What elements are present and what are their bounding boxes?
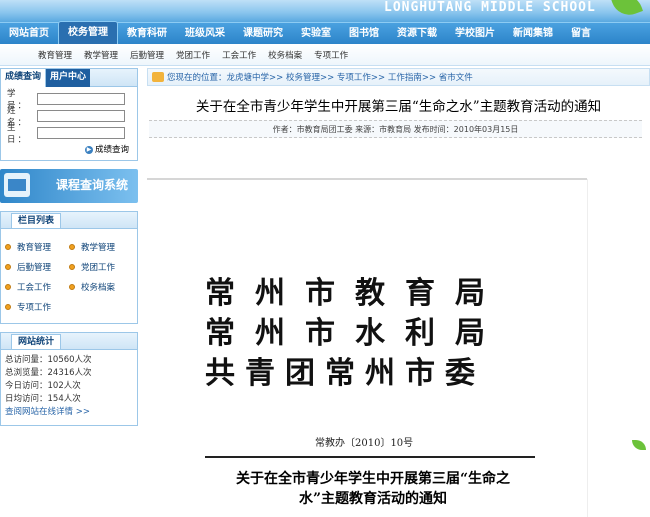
list-item-label: 教学管理	[81, 243, 116, 253]
issuer-youth-league: 共青团常州市委	[205, 356, 485, 391]
birthday-label: 生 日：	[7, 123, 29, 145]
school-name: LONGHUTANG MIDDLE SCHOOL	[384, 0, 596, 15]
site-stats-panel: 网站统计 总访问量：10560人次 总浏览量：24316人次 今日访问：102人…	[0, 332, 138, 426]
bullet-icon	[5, 264, 11, 270]
home-icon	[152, 72, 164, 82]
computer-icon	[4, 173, 30, 197]
tab-user-center[interactable]: 用户中心	[46, 69, 91, 87]
document-image: 常州市教育局 常州市水利局 共青团常州市委 常教办〔2010〕10号 关于在全市…	[147, 178, 587, 517]
sidebar: 成绩查询 用户中心 学 号： 姓 名： 生 日： ▶ 成绩查询 课程查询系统 栏…	[0, 68, 138, 426]
nav-downloads[interactable]: 资源下载	[388, 23, 446, 44]
column-list: 教育管理 教学管理 后勤管理 党团工作 工会工作 校务档案 专项工作	[1, 229, 137, 323]
stat-total-views: 总浏览量：24316人次	[5, 368, 92, 378]
main-nav: 网站首页 校务管理 教育科研 班级风采 课题研究 实验室 图书馆 资源下载 学校…	[0, 21, 650, 44]
subnav-teaching[interactable]: 教学管理	[84, 49, 118, 61]
article-title: 关于在全市青少年学生中开展第三届“生命之水”主题教育活动的通知	[195, 99, 602, 115]
nav-school-affairs[interactable]: 校务管理	[58, 21, 118, 44]
bullet-icon	[69, 264, 75, 270]
birthday-input[interactable]	[37, 127, 125, 139]
main-content: 您现在的位置：龙虎塘中学>> 校务管理>> 专项工作>> 工作指南>> 省市文件…	[147, 68, 650, 517]
list-item-label: 校务档案	[81, 283, 116, 293]
list-item[interactable]: 教育管理	[5, 237, 69, 257]
field-row-birthday: 生 日：	[7, 123, 131, 145]
site-stats-lines: 总访问量：10560人次 总浏览量：24316人次 今日访问：102人次 日均访…	[1, 350, 137, 425]
subnav-archives[interactable]: 校务档案	[268, 49, 302, 61]
subnav-edu-management[interactable]: 教育管理	[38, 49, 72, 61]
nav-projects[interactable]: 课题研究	[234, 23, 292, 44]
list-item[interactable]: 党团工作	[69, 257, 133, 277]
arrow-icon: ▶	[85, 145, 93, 154]
breadcrumb: 您现在的位置：龙虎塘中学>> 校务管理>> 专项工作>> 工作指南>> 省市文件	[147, 68, 650, 86]
tab-score-query[interactable]: 成绩查询	[1, 69, 47, 87]
nav-guestbook[interactable]: 留言	[562, 23, 600, 44]
column-list-panel: 栏目列表 教育管理 教学管理 后勤管理 党团工作 工会工作 校务档案 专项工作	[0, 211, 138, 324]
score-query-form: 学 号： 姓 名： 生 日： ▶ 成绩查询	[1, 87, 137, 160]
list-item-label: 教育管理	[17, 243, 52, 253]
bullet-icon	[69, 284, 75, 290]
student-id-input[interactable]	[37, 93, 125, 105]
stat-total-visits: 总访问量：10560人次	[5, 355, 92, 365]
article-meta: 作者：市教育局团工委 来源：市教育局 发布时间：2010年03月15日	[149, 120, 642, 138]
list-item-label: 专项工作	[17, 303, 52, 313]
nav-photos[interactable]: 学校图片	[446, 23, 504, 44]
issuer-water-bureau: 常州市水利局	[205, 316, 505, 351]
list-item[interactable]: 教学管理	[69, 237, 133, 257]
nav-research[interactable]: 教育科研	[118, 23, 176, 44]
nav-classes[interactable]: 班级风采	[176, 23, 234, 44]
nav-news[interactable]: 新闻集锦	[504, 23, 562, 44]
course-query-banner[interactable]: 课程查询系统	[0, 169, 138, 203]
list-item-label: 工会工作	[17, 283, 52, 293]
list-item[interactable]: 后勤管理	[5, 257, 69, 277]
bullet-icon	[5, 244, 11, 250]
subnav-party-league[interactable]: 党团工作	[176, 49, 210, 61]
subnav-union[interactable]: 工会工作	[222, 49, 256, 61]
login-tabs: 成绩查询 用户中心	[1, 69, 137, 87]
site-banner: LONGHUTANG MIDDLE SCHOOL	[0, 0, 650, 22]
column-list-header: 栏目列表	[1, 212, 137, 229]
nav-home[interactable]: 网站首页	[0, 23, 58, 44]
issuer-education-bureau: 常州市教育局	[205, 276, 505, 311]
list-item[interactable]: 专项工作	[5, 297, 69, 317]
bullet-icon	[5, 304, 11, 310]
stat-daily-average: 日均访问：154人次	[5, 394, 81, 404]
stat-today-visits: 今日访问：102人次	[5, 381, 81, 391]
nav-lab[interactable]: 实验室	[292, 23, 340, 44]
score-query-button[interactable]: ▶ 成绩查询	[85, 143, 131, 156]
document-number: 常教办〔2010〕10号	[315, 438, 414, 449]
breadcrumb-text[interactable]: 您现在的位置：龙虎塘中学>> 校务管理>> 专项工作>> 工作指南>> 省市文件	[167, 71, 473, 83]
login-panel: 成绩查询 用户中心 学 号： 姓 名： 生 日： ▶ 成绩查询	[0, 68, 138, 161]
nav-library[interactable]: 图书馆	[340, 23, 388, 44]
document-divider	[205, 456, 535, 458]
document-title-line1: 关于在全市青少年学生中开展第三届“生命之	[235, 471, 511, 487]
bullet-icon	[5, 284, 11, 290]
stats-details-link[interactable]: 查阅网站在线详情 >>	[5, 406, 133, 419]
list-item-label: 党团工作	[81, 263, 116, 273]
list-item[interactable]: 校务档案	[69, 277, 133, 297]
sub-nav: 教育管理 教学管理 后勤管理 党团工作 工会工作 校务档案 专项工作	[0, 44, 650, 66]
name-input[interactable]	[37, 110, 125, 122]
site-stats-title: 网站统计	[11, 334, 62, 349]
subnav-special[interactable]: 专项工作	[314, 49, 348, 61]
column-list-title: 栏目列表	[11, 213, 62, 228]
subnav-logistics[interactable]: 后勤管理	[130, 49, 164, 61]
leaf-icon	[611, 0, 643, 20]
bullet-icon	[69, 244, 75, 250]
site-stats-header: 网站统计	[1, 333, 137, 350]
list-item[interactable]: 工会工作	[5, 277, 69, 297]
course-query-label: 课程查询系统	[56, 178, 129, 192]
list-item-label: 后勤管理	[17, 263, 52, 273]
document-title-line2: 水”主题教育活动的通知	[298, 491, 448, 507]
score-query-button-label: 成绩查询	[95, 144, 130, 155]
